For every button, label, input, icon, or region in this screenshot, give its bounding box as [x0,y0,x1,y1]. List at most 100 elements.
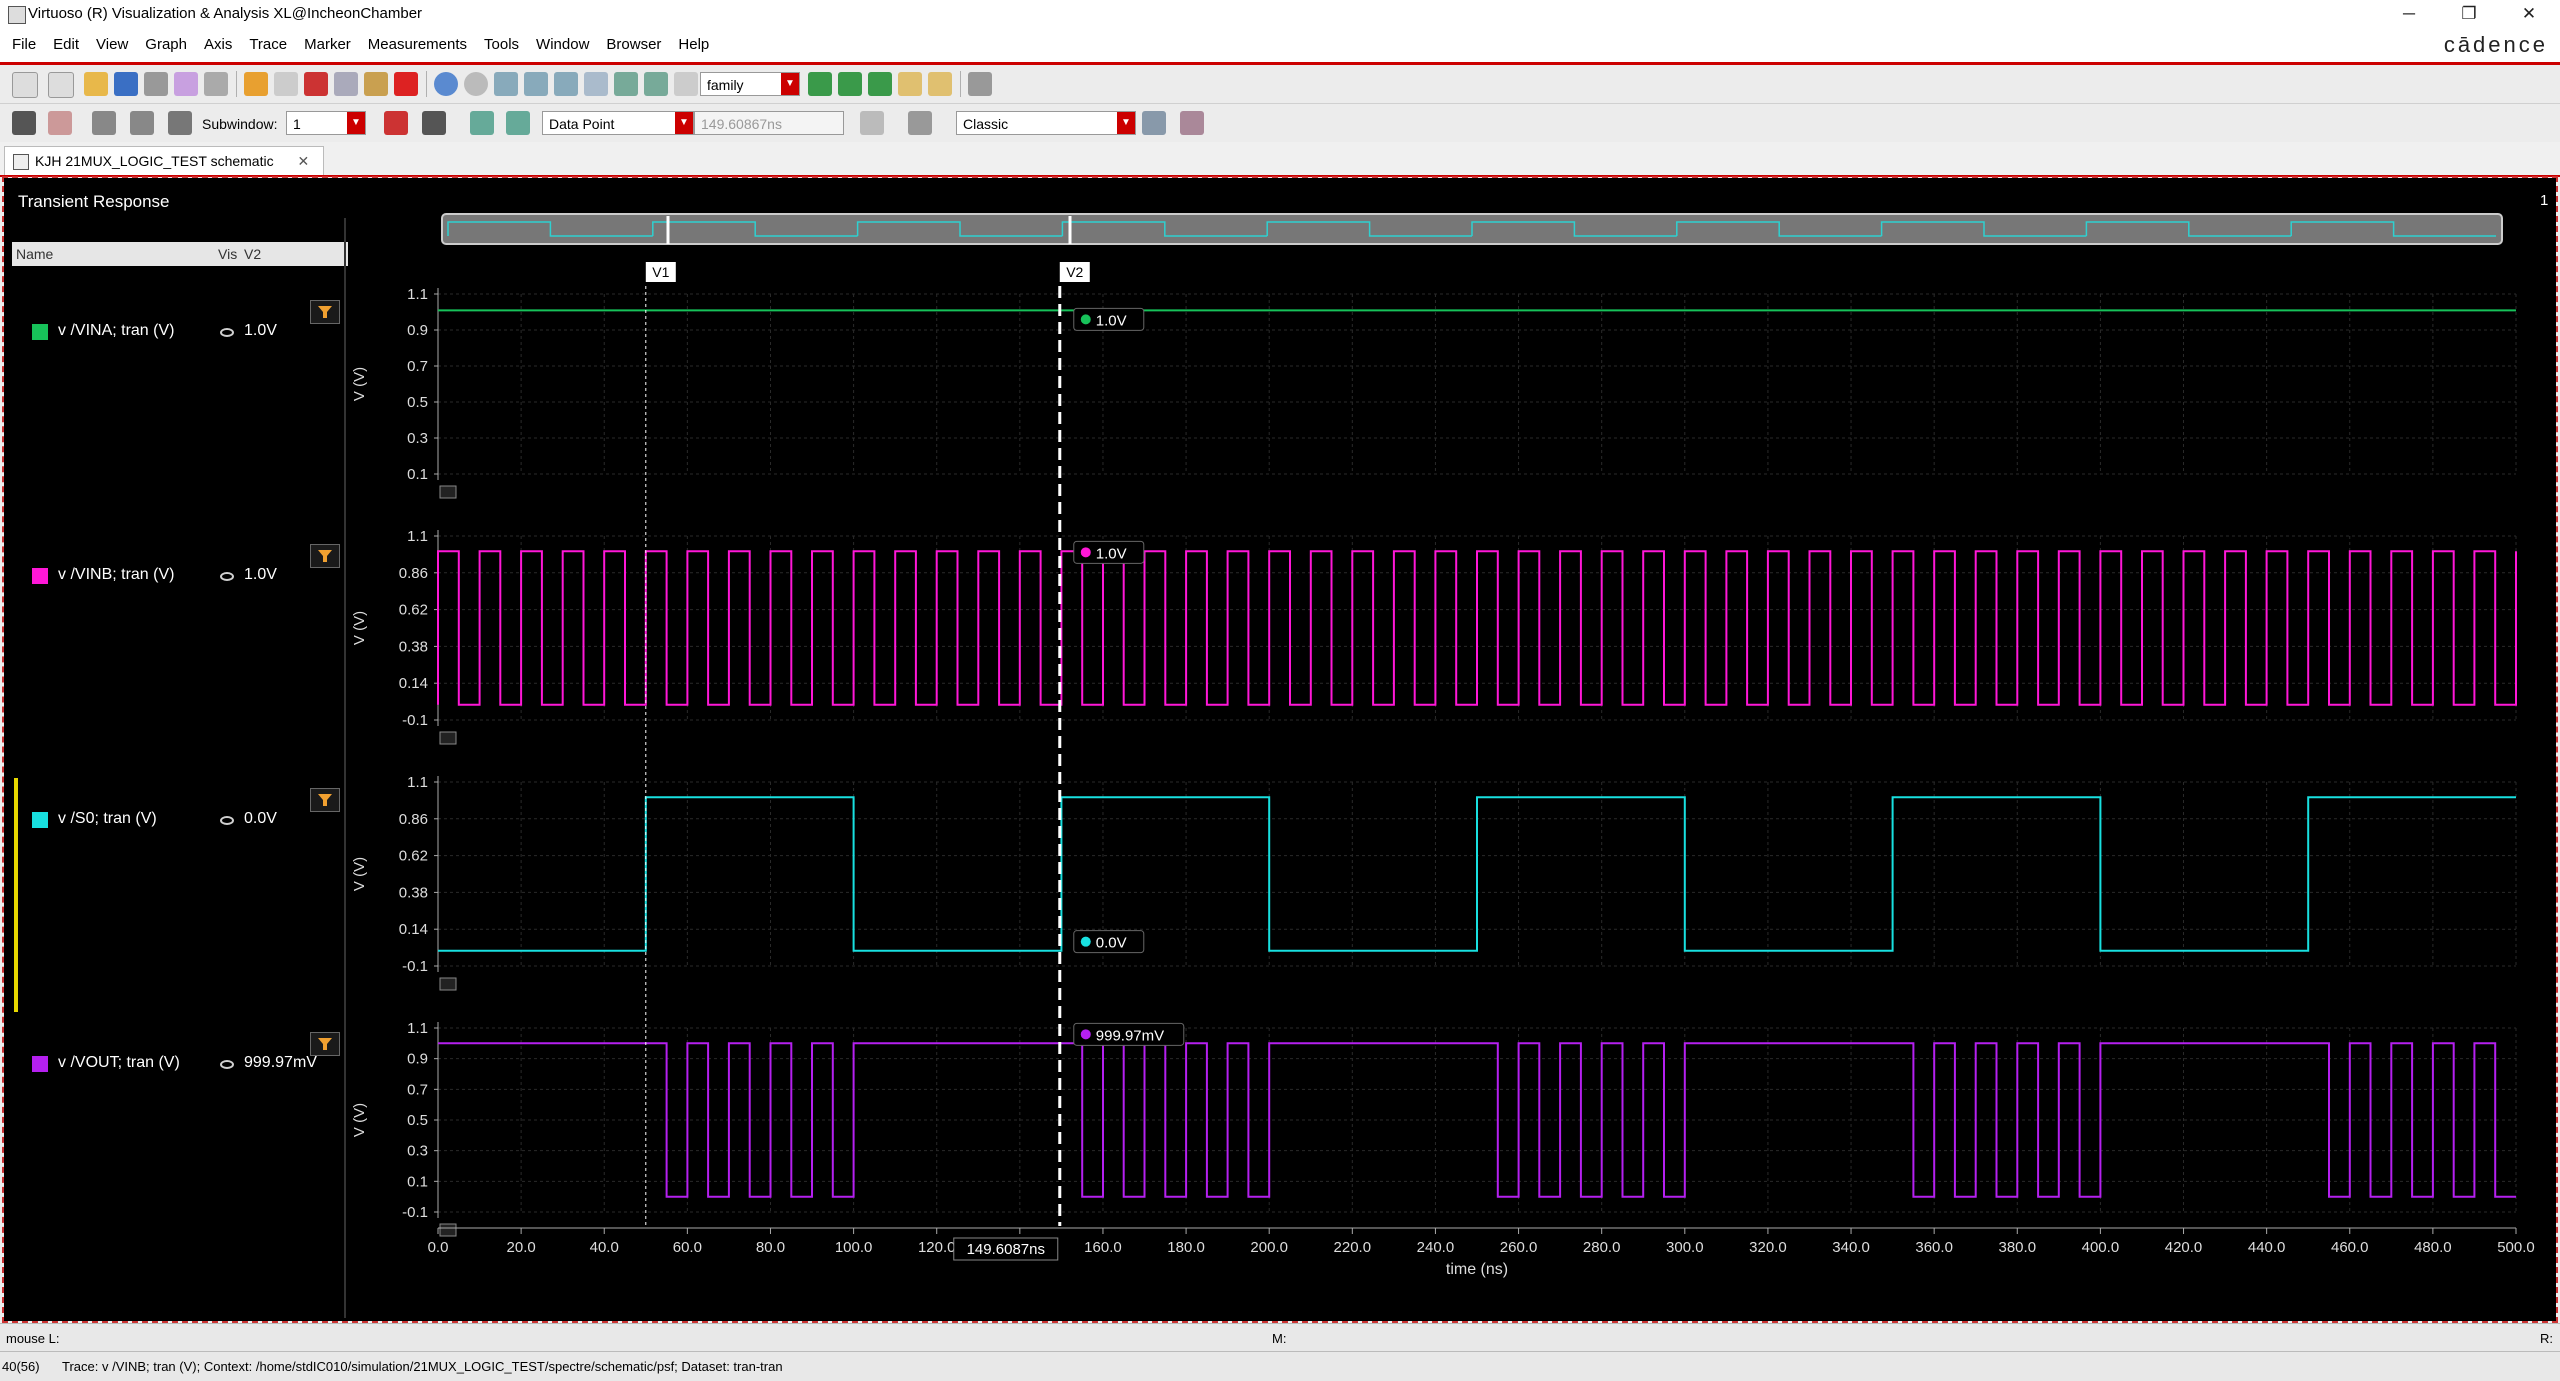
pan-icon[interactable] [674,72,698,96]
overlay-icon[interactable] [868,72,892,96]
zoom-fit-x-icon[interactable] [614,72,638,96]
zoom-box-icon[interactable] [584,72,608,96]
x-tick-label: 260.0 [1500,1239,1538,1256]
cut-icon[interactable] [304,72,328,96]
marker-value-label: 999.97mV [1096,1027,1164,1044]
grid-icon[interactable] [968,72,992,96]
y-tick-label: 0.14 [399,921,428,938]
marker-type-combo[interactable]: Data Point ▼ [542,111,694,135]
y-axis-label: V (V) [351,367,368,401]
menu-browser[interactable]: Browser [606,36,661,53]
grid-layout-icon[interactable] [168,111,192,135]
x-tick-label: 60.0 [673,1239,702,1256]
open-folder-icon[interactable] [84,72,108,96]
zoom-circle-icon[interactable] [464,72,488,96]
print-icon[interactable] [144,72,168,96]
subwindow-label: Subwindow: [202,116,278,132]
x-tick-label: 160.0 [1084,1239,1122,1256]
x-tick-label: 100.0 [835,1239,873,1256]
paste-icon[interactable] [364,72,388,96]
menu-graph[interactable]: Graph [145,36,187,53]
style-combo[interactable]: Classic ▼ [956,111,1136,135]
x-axis-label: time (ns) [1446,1261,1508,1278]
y-tick-label: 0.9 [407,322,428,339]
apply-style-icon[interactable] [1142,111,1166,135]
y-tick-label: 0.5 [407,394,428,411]
message-status-bar: 40(56) Trace: v /VINB; tran (V); Context… [0,1351,2560,1381]
y-tick-label: -0.1 [402,1204,428,1221]
x-tick-label: 240.0 [1417,1239,1455,1256]
export-icon[interactable] [204,72,228,96]
fit-icon[interactable] [434,72,458,96]
cadence-logo: cādence [2443,32,2548,57]
zoom-x-icon[interactable] [554,72,578,96]
y-tick-label: 1.1 [407,774,428,791]
marker-dot [1080,1029,1091,1040]
y-tick-label: 1.1 [407,286,428,303]
redo-icon[interactable] [274,72,298,96]
new-subwindow-icon[interactable] [48,72,74,98]
menu-measurements[interactable]: Measurements [368,36,467,53]
menu-axis[interactable]: Axis [204,36,232,53]
clear-style-icon[interactable] [1180,111,1204,135]
y-tick-label: -0.1 [402,958,428,975]
snapshot-icon[interactable] [174,72,198,96]
mouse-right-status: R: [2540,1331,2553,1346]
tab-schematic[interactable]: KJH 21MUX_LOGIC_TEST schematic ✕ [4,146,325,175]
y-tick-label: 0.5 [407,1112,428,1129]
family-collapse-icon[interactable] [928,72,952,96]
menu-edit[interactable]: Edit [53,36,79,53]
undo-icon[interactable] [244,72,268,96]
zoom-in-icon[interactable] [494,72,518,96]
family-combo[interactable]: family ▼ [700,72,800,96]
menu-window[interactable]: Window [536,36,589,53]
settings-icon[interactable] [48,111,72,135]
marker-value-label: 1.0V [1096,312,1127,329]
strip-4: 1.1 0.9 0.7 0.5 0.3 0.1 -0.1 V (V) 999.97mV [351,1020,2517,1237]
menu-marker[interactable]: Marker [304,36,351,53]
menu-trace[interactable]: Trace [249,36,287,53]
marker-type-value: Data Point [549,116,615,132]
minimize-button[interactable]: ─ [2380,0,2438,28]
menu-file[interactable]: File [12,36,36,53]
close-tab-icon[interactable]: ✕ [298,153,310,169]
copy-icon[interactable] [334,72,358,96]
strip-icon[interactable] [838,72,862,96]
x-axis: 0.020.040.060.080.0100.0120.0140.0160.01… [428,1227,2535,1278]
new-window-icon[interactable] [12,72,38,98]
marker-flag-v2-label: V2 [1066,264,1083,280]
marker-value-field[interactable]: 149.60867ns [694,111,844,135]
marker-value-label: 0.0V [1096,935,1127,952]
column-layout-icon[interactable] [130,111,154,135]
command-count: 40(56) [2,1359,40,1374]
previous-marker-icon[interactable] [470,111,494,135]
calculator-icon[interactable] [908,111,932,135]
menu-help[interactable]: Help [678,36,709,53]
marker-value-label: 1.0V [1096,545,1127,562]
title-bar: Virtuoso (R) Visualization & Analysis XL… [0,0,2560,28]
next-marker-icon[interactable] [506,111,530,135]
marker-peak-icon[interactable] [860,111,884,135]
waveform-plot[interactable]: 1.1 0.9 0.7 0.5 0.3 0.1 V (V) 1.0V 1.1 0.86 0.62 0.… [4,178,2556,1321]
info-icon[interactable] [422,111,446,135]
waveform-trace [438,796,2516,952]
subwindow-combo[interactable]: 1 ▼ [286,111,366,135]
delete-icon[interactable] [394,72,418,96]
marker-x-readout: 149.6087ns [967,1241,1045,1258]
family-expand-icon[interactable] [898,72,922,96]
subwindow-value: 1 [293,116,301,132]
menu-tools[interactable]: Tools [484,36,519,53]
app-icon [8,6,26,24]
zoom-fit-y-icon[interactable] [644,72,668,96]
bookmark-icon[interactable] [384,111,408,135]
close-button[interactable]: ✕ [2500,0,2558,28]
style-combo-value: Classic [963,116,1009,132]
select-pointer-icon[interactable] [12,111,36,135]
zoom-out-icon[interactable] [524,72,548,96]
x-tick-label: 480.0 [2414,1239,2452,1256]
restore-button[interactable]: ❐ [2440,0,2498,28]
strip-layout-icon[interactable] [92,111,116,135]
menu-view[interactable]: View [96,36,128,53]
save-icon[interactable] [114,72,138,96]
stack-icon[interactable] [808,72,832,96]
